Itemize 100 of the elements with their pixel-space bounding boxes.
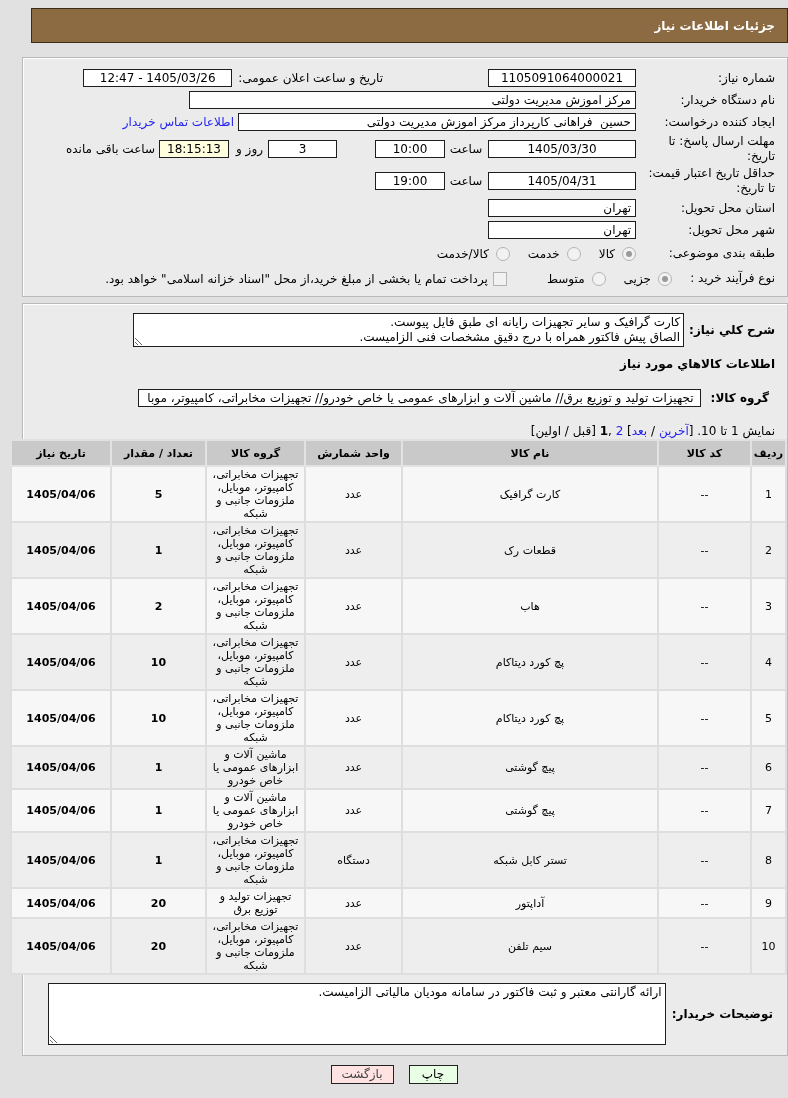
table-cell: 1405/04/06 — [11, 918, 111, 974]
table-cell: -- — [658, 578, 751, 634]
time-label: ساعت — [449, 174, 483, 188]
table-cell: کارت گرافیک — [402, 466, 658, 522]
back-button[interactable]: بازگشت — [330, 1065, 394, 1084]
city-field[interactable]: تهران — [488, 221, 636, 239]
contact-link[interactable]: اطلاعات تماس خریدار — [122, 115, 234, 129]
table-cell: سیم تلفن — [402, 918, 658, 974]
table-cell: هاب — [402, 578, 658, 634]
deadline-time-field[interactable]: 10:00 — [375, 140, 445, 158]
column-header: گروه کالا — [206, 440, 305, 466]
field-label: حداقل تاریخ اعتبار قیمت: تا تاریخ: — [647, 166, 775, 196]
table-cell: قطعات رک — [402, 522, 658, 578]
radio-button[interactable] — [658, 271, 672, 286]
table-cell: 20 — [111, 888, 206, 918]
column-header: ردیف — [751, 440, 786, 466]
pagination-link[interactable]: 2 — [615, 424, 624, 438]
table-cell: -- — [658, 746, 751, 789]
table-cell: دستگاه — [305, 832, 402, 888]
column-header: کد کالا — [658, 440, 751, 466]
field-label: مهلت ارسال پاسخ: تا تاریخ: — [667, 134, 775, 164]
table-cell: 5 — [751, 690, 786, 746]
field-label: استان محل تحویل: — [679, 200, 775, 216]
days-label: روز و — [236, 142, 263, 156]
table-cell: 1405/04/06 — [11, 578, 111, 634]
section-title: اطلاعات کالاهاي مورد نیاز — [620, 356, 775, 372]
column-header: واحد شمارش — [305, 440, 402, 466]
table-cell: -- — [658, 918, 751, 974]
description-field[interactable]: کارت گرافیک و سایر تجهیزات رایانه ای طبق فایل پیوست. الصاق پیش فاکتور همراه با درج دقیق مشخصات فنی الزامیست. — [133, 313, 685, 347]
field-label: گروه کالا: — [710, 390, 769, 406]
table-cell: عدد — [305, 918, 402, 974]
validity-date-field[interactable]: 1405/04/31 — [488, 172, 636, 190]
table-cell: عدد — [305, 466, 402, 522]
field-label: شماره نیاز: — [717, 70, 775, 86]
table-cell: 9 — [751, 888, 786, 918]
radio-label[interactable]: کالا/خدمت — [436, 246, 489, 261]
field-label: تاریخ و ساعت اعلان عمومی: — [238, 71, 383, 85]
time-label: ساعت — [449, 142, 483, 156]
radio-button[interactable] — [495, 246, 510, 261]
table-cell: -- — [658, 466, 751, 522]
deadline-date-field[interactable]: 1405/03/30 — [488, 140, 636, 158]
table-cell: تجهیزات مخابراتی، کامپیوتر، موبایل، ملزومات جانبی و شبکه — [206, 466, 305, 522]
checkbox-label[interactable]: پرداخت تمام یا بخشی از مبلغ خرید،از محل "اسناد خزانه اسلامی" خواهد بود. — [105, 271, 488, 286]
table-cell: 3 — [751, 578, 786, 634]
checkbox[interactable] — [492, 271, 507, 286]
field-label: ایجاد کننده درخواست: — [663, 114, 775, 130]
table-cell: عدد — [305, 634, 402, 690]
table-cell: -- — [658, 789, 751, 832]
table-cell: عدد — [305, 888, 402, 918]
table-cell: 2 — [751, 522, 786, 578]
table-cell: عدد — [305, 690, 402, 746]
table-cell: آداپتور — [402, 888, 658, 918]
table-cell: 2 — [111, 578, 206, 634]
print-button[interactable]: چاپ — [408, 1065, 458, 1084]
table-cell: -- — [658, 690, 751, 746]
pagination-link[interactable]: بعد — [631, 424, 648, 438]
table-cell: 1405/04/06 — [11, 522, 111, 578]
table-cell: تجهیزات مخابراتی، کامپیوتر، موبایل، ملزومات جانبی و شبکه — [206, 832, 305, 888]
radio-button[interactable] — [622, 246, 636, 261]
table-cell: -- — [658, 832, 751, 888]
column-header: تعداد / مقدار — [111, 440, 206, 466]
validity-time-field[interactable]: 19:00 — [375, 172, 445, 190]
notes-field[interactable]: ارائه گارانتی معتبر و ثبت فاکتور در سامانه مودیان مالیاتی الزامیست. — [47, 983, 666, 1045]
table-cell: تجهیزات مخابراتی، کامپیوتر، موبایل، ملزومات جانبی و شبکه — [206, 634, 305, 690]
radio-label[interactable]: کالا — [598, 246, 615, 261]
radio-label[interactable]: جزیی — [623, 271, 651, 286]
table-cell: 6 — [751, 746, 786, 789]
province-field[interactable]: تهران — [488, 199, 636, 217]
buyer-name-field[interactable]: مرکز اموزش مدیریت دولتی — [189, 91, 636, 109]
table-cell: عدد — [305, 522, 402, 578]
table-cell: پیچ گوشتی — [402, 789, 658, 832]
table-cell: ماشین آلات و ابزارهای عمومی یا خاص خودرو — [206, 789, 305, 832]
table-cell: پیچ گوشتی — [402, 746, 658, 789]
table-cell: تجهیزات تولید و توزیع برق — [206, 888, 305, 918]
field-label: شهر محل تحویل: — [687, 222, 775, 238]
radio-label[interactable]: متوسط — [546, 271, 585, 286]
radio-label[interactable]: خدمت — [527, 246, 560, 261]
pagination-link[interactable]: آخرین — [658, 424, 689, 438]
table-cell: پچ کورد دیتاکام — [402, 634, 658, 690]
radio-button[interactable] — [591, 271, 606, 286]
table-cell: 10 — [111, 690, 206, 746]
field-label: توضیحات خریدار: — [671, 1006, 773, 1022]
need-number-field[interactable]: 1105091064000021 — [488, 69, 636, 87]
column-header: تاریخ نیاز — [11, 440, 111, 466]
radio-button[interactable] — [566, 246, 581, 261]
table-cell: 1405/04/06 — [11, 466, 111, 522]
goods-group-field[interactable]: تجهیزات تولید و توزیع برق// ماشین آلات و ابزارهای عمومی یا خاص خودرو// تجهیزات مخابراتی، کامپیوتر، موبا — [138, 389, 701, 407]
field-label: نوع فرآیند خرید : — [689, 271, 775, 286]
table-cell: عدد — [305, 578, 402, 634]
remaining-time-field[interactable]: 18:15:13 — [159, 140, 229, 158]
table-cell: 7 — [751, 789, 786, 832]
table-cell: تجهیزات مخابراتی، کامپیوتر، موبایل، ملزومات جانبی و شبکه — [206, 578, 305, 634]
table-cell: 4 — [751, 634, 786, 690]
requester-field[interactable]: حسین فراهانی کارپرداز مرکز اموزش مدیریت دولتی — [238, 113, 636, 131]
days-field[interactable]: 3 — [268, 140, 337, 158]
table-cell: 20 — [111, 918, 206, 974]
table-cell: تجهیزات مخابراتی، کامپیوتر، موبایل، ملزومات جانبی و شبکه — [206, 522, 305, 578]
announce-date-field[interactable]: 1405/03/26 - 12:47 — [83, 69, 233, 87]
field-label: شرح کلي نیاز: — [689, 322, 775, 338]
table-cell: 1405/04/06 — [11, 634, 111, 690]
